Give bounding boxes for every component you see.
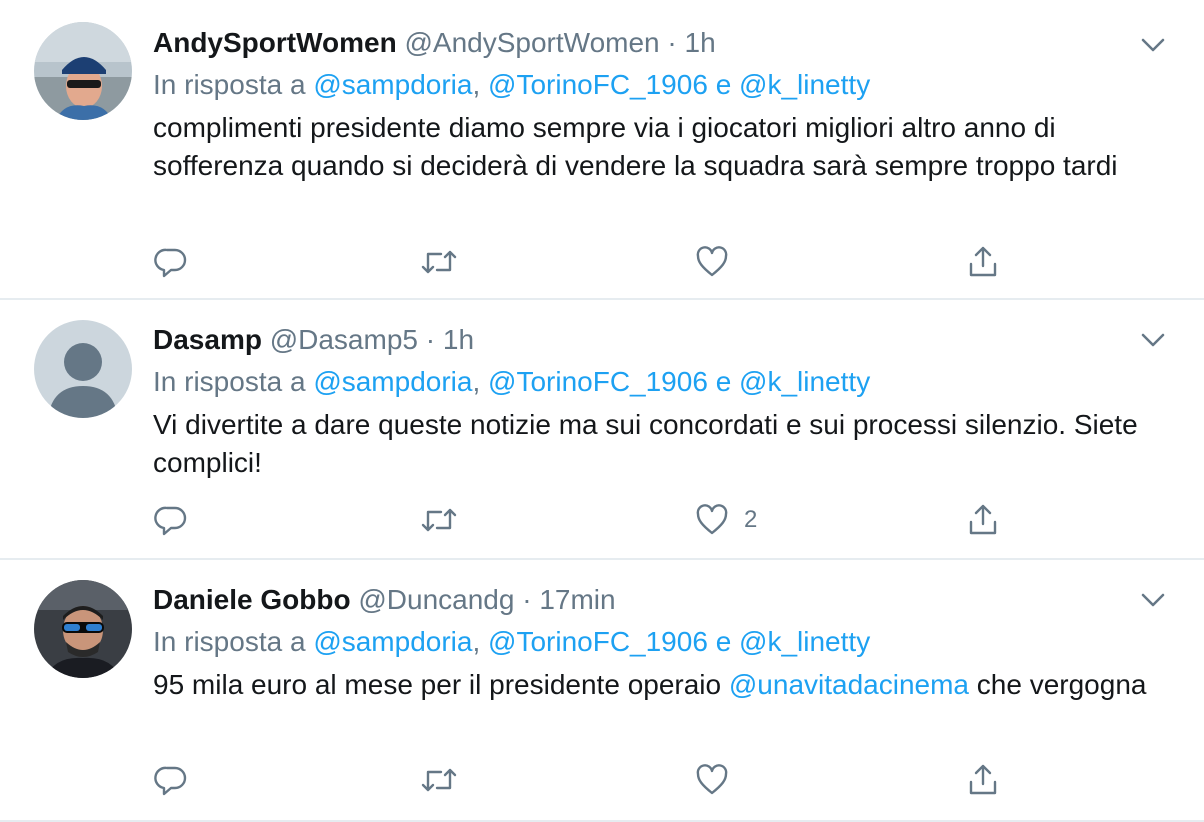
tweet-text-part: che vergogna bbox=[969, 669, 1147, 700]
reply-icon bbox=[154, 766, 187, 796]
heart-icon bbox=[696, 246, 728, 277]
tweet-header: Daniele Gobbo @Duncandg · 17min bbox=[153, 583, 1124, 617]
share-icon bbox=[969, 246, 997, 277]
share-icon bbox=[969, 504, 997, 535]
reply-icon bbox=[154, 506, 187, 536]
mention-link[interactable]: @TorinoFC_1906 bbox=[488, 366, 708, 397]
mention-link[interactable]: @TorinoFC_1906 bbox=[488, 69, 708, 100]
reply-prefix: In risposta a bbox=[153, 626, 306, 657]
tweet-text: complimenti presidente diamo sempre via … bbox=[153, 112, 1118, 181]
reply-conjunction: e bbox=[715, 626, 732, 657]
retweet-button[interactable] bbox=[419, 242, 459, 282]
tweet-item[interactable]: Daniele Gobbo @Duncandg · 17min In rispo… bbox=[0, 560, 1204, 822]
tweet-header: Dasamp @Dasamp5 · 1h bbox=[153, 323, 1124, 357]
mention-link[interactable]: @k_linetty bbox=[739, 366, 870, 397]
reply-separator: , bbox=[472, 626, 481, 657]
tweet-actions bbox=[153, 242, 1053, 282]
avatar[interactable] bbox=[34, 320, 132, 418]
tweet-text: 95 mila euro al mese per il presidente o… bbox=[153, 666, 1163, 704]
reply-button[interactable] bbox=[153, 500, 189, 540]
share-icon bbox=[969, 764, 997, 795]
like-button[interactable] bbox=[694, 760, 744, 800]
heart-icon bbox=[696, 504, 728, 535]
mention-link[interactable]: @TorinoFC_1906 bbox=[488, 626, 708, 657]
timestamp[interactable]: 1h bbox=[443, 324, 474, 355]
reply-conjunction: e bbox=[715, 69, 732, 100]
share-button[interactable] bbox=[965, 242, 1001, 282]
user-handle[interactable]: @Duncandg bbox=[358, 584, 514, 615]
chevron-down-icon[interactable] bbox=[1138, 585, 1168, 615]
avatar[interactable] bbox=[34, 22, 132, 120]
display-name[interactable]: AndySportWomen bbox=[153, 27, 397, 58]
heart-icon bbox=[696, 764, 728, 795]
retweet-icon bbox=[421, 768, 457, 792]
mention-link[interactable]: @sampdoria bbox=[313, 69, 472, 100]
mention-link[interactable]: @sampdoria bbox=[313, 366, 472, 397]
tweet-text: Vi divertite a dare queste notizie ma su… bbox=[153, 409, 1138, 478]
tweet-item[interactable]: AndySportWomen @AndySportWomen · 1h In r… bbox=[0, 0, 1204, 300]
reply-button[interactable] bbox=[153, 242, 189, 282]
reply-context: In risposta a @sampdoria, @TorinoFC_1906… bbox=[153, 365, 870, 399]
mention-link[interactable]: @unavitadacinema bbox=[729, 669, 969, 700]
reply-separator: , bbox=[472, 366, 481, 397]
chevron-down-icon[interactable] bbox=[1138, 30, 1168, 60]
like-button[interactable]: 2 bbox=[694, 500, 757, 540]
tweet-text-part: 95 mila euro al mese per il presidente o… bbox=[153, 669, 729, 700]
display-name[interactable]: Dasamp bbox=[153, 324, 262, 355]
retweet-button[interactable] bbox=[419, 760, 459, 800]
share-button[interactable] bbox=[965, 500, 1001, 540]
tweet-actions: 2 bbox=[153, 500, 1053, 540]
reply-icon bbox=[154, 248, 187, 278]
tweet-timeline: AndySportWomen @AndySportWomen · 1h In r… bbox=[0, 0, 1204, 822]
share-button[interactable] bbox=[965, 760, 1001, 800]
avatar[interactable] bbox=[34, 580, 132, 678]
chevron-down-icon[interactable] bbox=[1138, 325, 1168, 355]
tweet-item[interactable]: Dasamp @Dasamp5 · 1h In risposta a @samp… bbox=[0, 300, 1204, 560]
reply-separator: , bbox=[472, 69, 481, 100]
retweet-icon bbox=[421, 508, 457, 532]
display-name[interactable]: Daniele Gobbo bbox=[153, 584, 351, 615]
separator-dot: · bbox=[522, 584, 532, 615]
reply-prefix: In risposta a bbox=[153, 366, 306, 397]
timestamp[interactable]: 17min bbox=[539, 584, 615, 615]
separator-dot: · bbox=[425, 324, 436, 355]
reply-prefix: In risposta a bbox=[153, 69, 306, 100]
reply-button[interactable] bbox=[153, 760, 189, 800]
mention-link[interactable]: @k_linetty bbox=[739, 69, 870, 100]
reply-context: In risposta a @sampdoria, @TorinoFC_1906… bbox=[153, 68, 870, 102]
mention-link[interactable]: @sampdoria bbox=[313, 626, 472, 657]
user-handle[interactable]: @AndySportWomen bbox=[404, 27, 659, 58]
tweet-header: AndySportWomen @AndySportWomen · 1h bbox=[153, 26, 1124, 60]
reply-context: In risposta a @sampdoria, @TorinoFC_1906… bbox=[153, 625, 870, 659]
like-button[interactable] bbox=[694, 242, 744, 282]
timestamp[interactable]: 1h bbox=[685, 27, 716, 58]
reply-conjunction: e bbox=[715, 366, 732, 397]
mention-link[interactable]: @k_linetty bbox=[739, 626, 870, 657]
user-handle[interactable]: @Dasamp5 bbox=[270, 324, 418, 355]
tweet-actions bbox=[153, 760, 1053, 800]
retweet-icon bbox=[421, 250, 457, 274]
separator-dot: · bbox=[667, 27, 677, 58]
like-count: 2 bbox=[744, 506, 758, 533]
retweet-button[interactable] bbox=[419, 500, 459, 540]
